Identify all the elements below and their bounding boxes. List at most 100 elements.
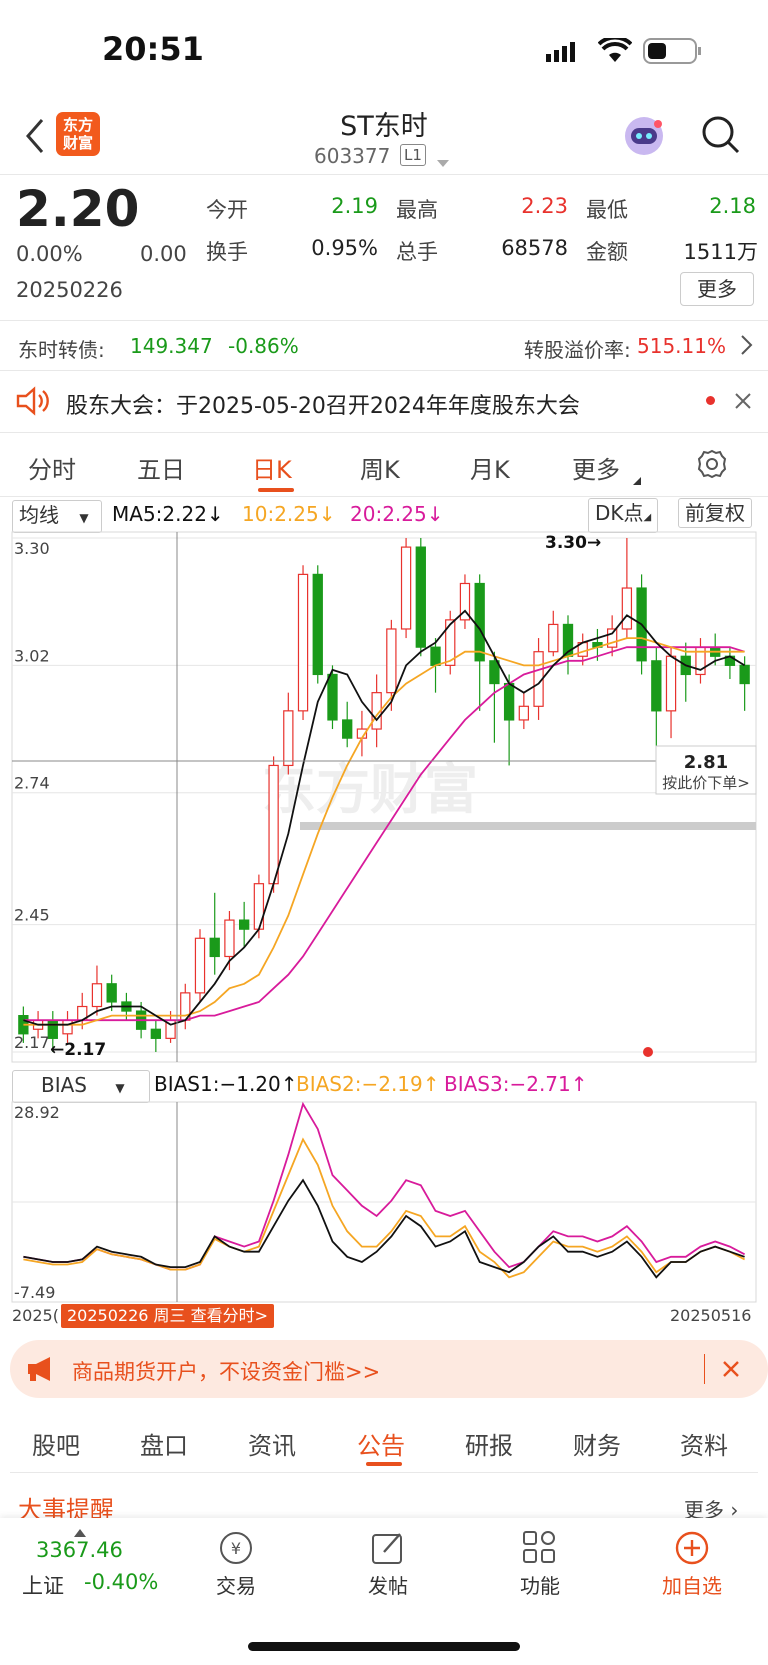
candle-body [327,673,338,721]
post-label[interactable]: 发帖 [348,1570,428,1599]
bias-selector[interactable]: BIAS ▼ [12,1070,150,1103]
bond-label[interactable]: 东时转债: [18,334,105,363]
tab-daily-k[interactable]: 日K [252,450,292,485]
add-watchlist-label[interactable]: 加自选 [652,1570,732,1599]
tab-five-day[interactable]: 五日 [137,450,185,485]
resistance-band [300,822,756,830]
premium-label: 转股溢价率: [524,338,631,362]
candle-body [62,1019,73,1035]
adjust-button[interactable]: 前复权 [678,498,752,528]
premium-value: 515.11% [637,334,726,358]
level-badge[interactable]: L1 [400,144,426,166]
candle-body [194,937,206,994]
turnover-label: 换手 [206,240,248,264]
event-dot-icon[interactable] [643,1047,653,1057]
speaker-icon [16,386,50,420]
section-tab-profile[interactable]: 资料 [680,1426,728,1461]
quote-more-button[interactable]: 更多 [680,272,754,306]
candle-body [548,623,559,653]
low-value: 2.18 [709,194,756,218]
cursor-date-tag[interactable]: 20250226 周三 查看分时> [61,1304,275,1328]
tab-more[interactable]: 更多 [572,450,620,485]
trade-label[interactable]: 交易 [196,1570,276,1599]
x-end-date: 20250516 [670,1306,752,1325]
high-label: 最高 [396,198,438,222]
bias-chart[interactable]: 28.92 -7.49 [0,1100,768,1304]
candle-body [489,660,500,685]
volume-label: 总手 [396,240,438,264]
tab-intraday[interactable]: 分时 [28,450,76,485]
candle-body [400,546,412,630]
index-change: -0.40% [84,1570,159,1594]
y-tick-label: 2.17 [14,1033,50,1052]
cursor-price: 2.81 [684,752,728,773]
section-tab-pankou[interactable]: 盘口 [140,1426,188,1461]
y-tick-label: 3.02 [14,646,50,665]
notice-divider [0,432,768,433]
ma20-legend: 20:2.25↓ [350,502,444,526]
gear-icon[interactable] [696,448,728,484]
candle-body [430,646,441,666]
watermark: 东方财富 [262,758,478,821]
tabs-divider [0,496,768,497]
candle-body [91,983,103,1008]
trade-icon[interactable]: ¥ [218,1530,254,1570]
bottom-bar: 3367.46 上证 -0.40% ¥ 交易 发帖 功能 加自选 [0,1518,768,1665]
promo-text[interactable]: 商品期货开户，不设资金门槛>> [72,1356,380,1386]
y-tick-label: 2.45 [14,906,50,925]
turnover-value: 0.95% [311,236,378,260]
apps-label[interactable]: 功能 [500,1570,580,1599]
tab-weekly-k[interactable]: 周K [360,450,400,485]
section-tab-news[interactable]: 资讯 [248,1426,296,1461]
y-tick-label: 3.30 [14,539,50,558]
candle-body [106,983,117,1003]
ma-selector-label: 均线 [19,503,59,527]
section-tab-guba[interactable]: 股吧 [32,1426,80,1461]
section-tab-finance[interactable]: 财务 [573,1426,621,1461]
chevron-right-icon[interactable] [740,334,754,360]
tab-monthly-k[interactable]: 月K [470,450,510,485]
low-label: 最低 [586,198,628,222]
candle-body [224,919,235,958]
index-value[interactable]: 3367.46 [36,1538,123,1562]
candle-body [150,1028,162,1039]
post-icon[interactable] [370,1530,406,1570]
candle-body [297,573,309,712]
change-pct: 0.00% [16,242,83,266]
chevron-down-icon[interactable] [437,153,449,172]
svg-text:¥: ¥ [231,1539,241,1558]
section-tab-research[interactable]: 研报 [465,1426,513,1461]
bias3-legend: BIAS3:−2.71↑ [444,1072,588,1096]
add-watchlist-icon[interactable] [674,1530,710,1570]
tab-active-indicator [258,488,294,492]
candle-body [312,573,323,676]
section-tab-announcements[interactable]: 公告 [357,1426,405,1461]
candle-body [474,582,485,662]
robot-assistant-icon[interactable] [622,114,666,162]
close-icon[interactable] [722,1360,740,1382]
kline-chart[interactable]: 东方财富 3.30 3.02 2.74 2.45 2.17 3.30→ ←2.17 2.… [0,528,768,1068]
candle-body [651,660,662,712]
candle-body [739,664,750,685]
index-name[interactable]: 上证 [22,1570,64,1600]
quote-divider [0,320,768,321]
open-value: 2.19 [331,194,378,218]
ma10-legend: 10:2.25↓ [242,502,336,526]
bias1-line [23,1178,745,1279]
promo-banner[interactable]: 商品期货开户，不设资金门槛>> [10,1340,768,1398]
cursor-order-hint[interactable]: 按此价下单> [662,774,750,792]
dk-label: DK点 [595,501,644,525]
candle-body [665,655,677,712]
bond-change: -0.86% [228,334,299,358]
dropdown-icon: ▼ [79,511,89,525]
x-start-date: 2025( [12,1306,59,1325]
notice-text[interactable]: 股东大会：于2025-05-20召开2024年年度股东大会 [66,388,580,420]
change-value: 0.00 [140,242,187,266]
status-bar: 20:51 [0,0,768,100]
apps-icon[interactable] [522,1530,556,1568]
home-indicator [248,1642,520,1651]
amount-label: 金额 [586,240,628,264]
close-icon[interactable] [734,392,752,414]
search-icon[interactable] [700,114,742,160]
bond-price: 149.347 [130,334,213,358]
